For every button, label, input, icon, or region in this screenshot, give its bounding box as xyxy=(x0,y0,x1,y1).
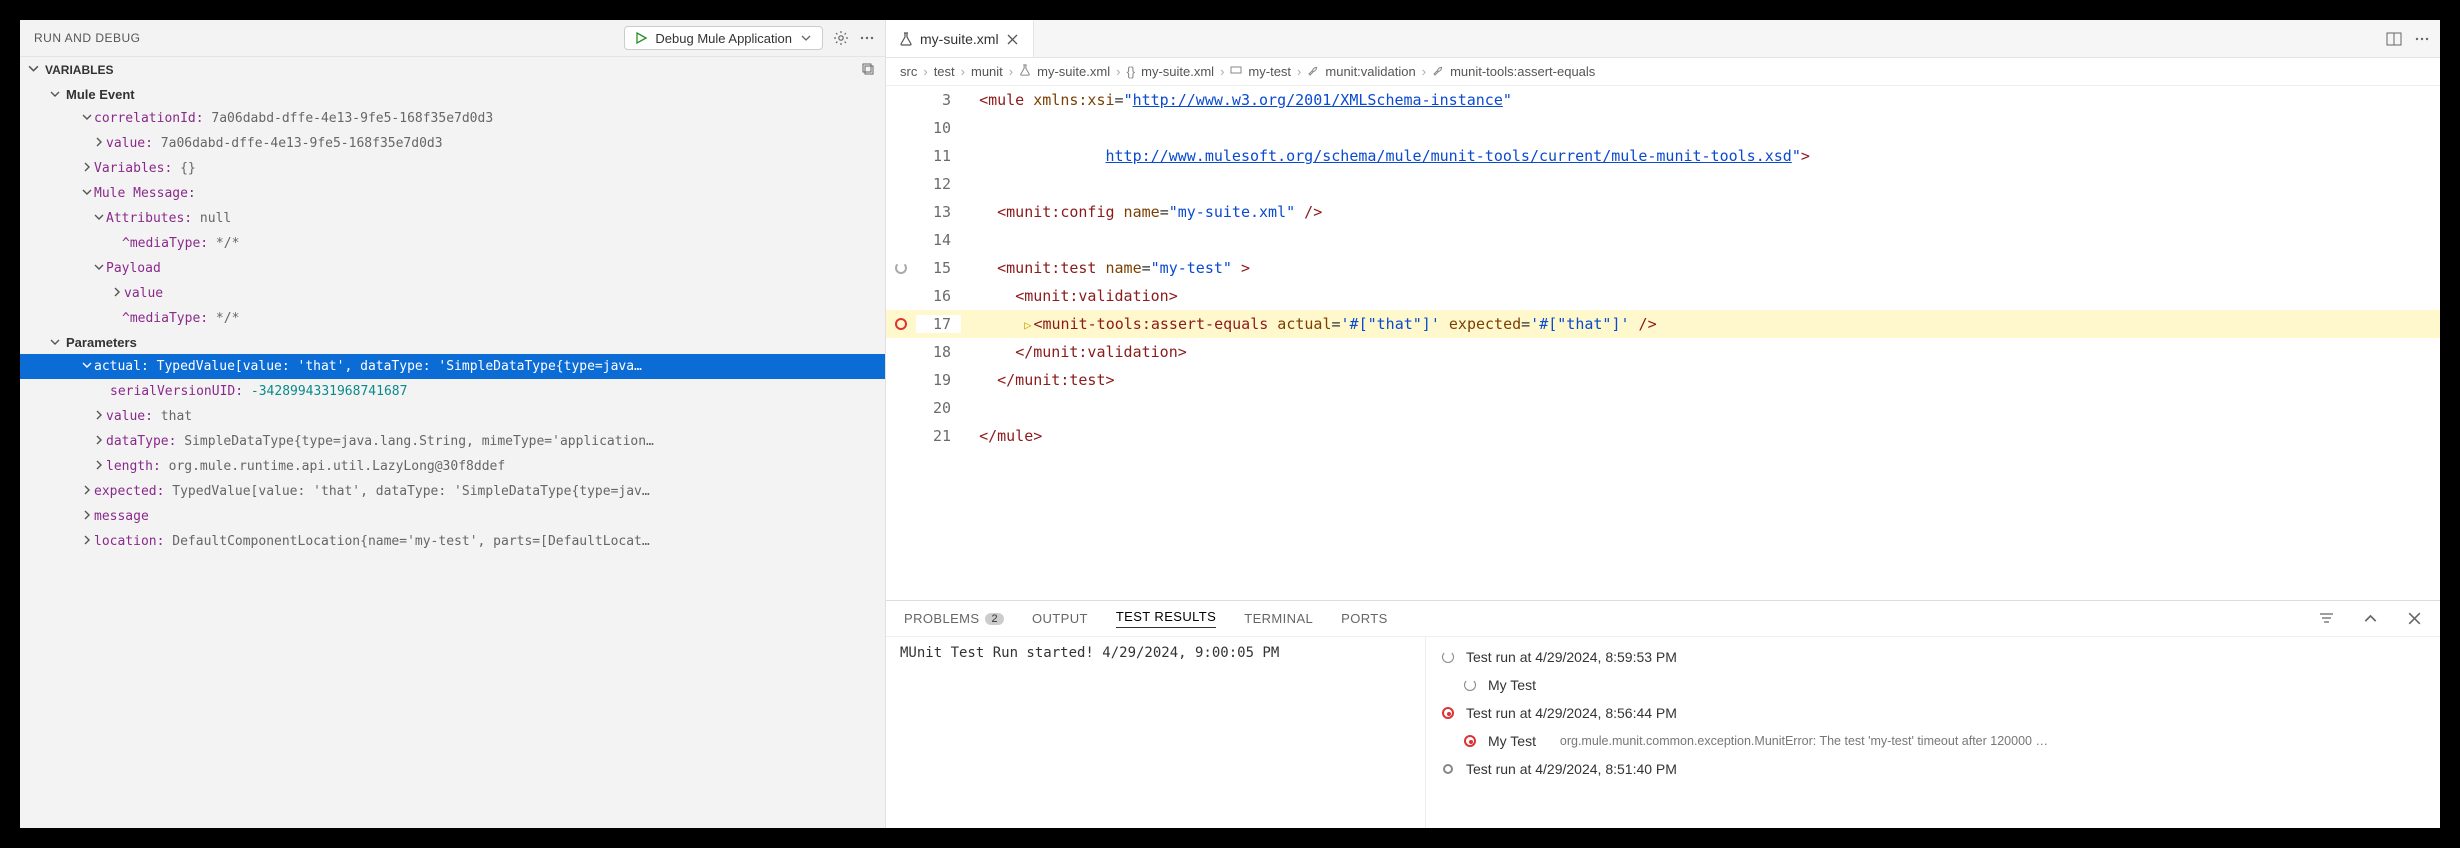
tab-label: my-suite.xml xyxy=(920,31,999,47)
wrench-icon xyxy=(1432,64,1444,79)
execution-pointer-icon: ▷ xyxy=(1024,318,1031,332)
launch-config-dropdown[interactable]: Debug Mule Application xyxy=(624,26,823,50)
test-run-row[interactable]: Test run at 4/29/2024, 8:51:40 PM xyxy=(1440,755,2426,783)
loading-icon xyxy=(1440,651,1456,663)
test-row[interactable]: My Test xyxy=(1440,671,2426,699)
gear-icon[interactable] xyxy=(833,30,849,46)
tab-output[interactable]: OUTPUT xyxy=(1032,611,1088,626)
variable-row[interactable]: Attributes: null xyxy=(20,206,885,231)
chevron-right-icon xyxy=(92,136,106,151)
chevron-down-icon xyxy=(80,186,94,201)
variable-row[interactable]: value: 7a06dabd-dffe-4e13-9fe5-168f35e7d… xyxy=(20,131,885,156)
panel-tabs: PROBLEMS 2 OUTPUT TEST RESULTS TERMINAL … xyxy=(886,601,2440,637)
breadcrumb[interactable]: src› test› munit› my-suite.xml› {} my-su… xyxy=(886,58,2440,86)
variable-row[interactable]: value: that xyxy=(20,404,885,429)
chevron-down-icon xyxy=(92,211,106,226)
ellipsis-icon[interactable] xyxy=(859,30,875,46)
debug-sidebar: RUN AND DEBUG Debug Mule Application xyxy=(20,20,886,828)
chevron-right-icon xyxy=(80,161,94,176)
collapse-all-icon[interactable] xyxy=(861,62,877,78)
chevron-right-icon xyxy=(92,409,106,424)
editor-area: my-suite.xml src› test› munit› my-suite.… xyxy=(886,20,2440,828)
problems-badge: 2 xyxy=(985,613,1004,625)
error-icon xyxy=(1440,707,1456,719)
variables-tree: Mule Event correlationId: 7a06dabd-dffe-… xyxy=(20,83,885,554)
bottom-panel: PROBLEMS 2 OUTPUT TEST RESULTS TERMINAL … xyxy=(886,600,2440,828)
close-icon[interactable] xyxy=(2406,611,2422,627)
chevron-down-icon xyxy=(50,335,60,350)
test-error-message: org.mule.munit.common.exception.MunitErr… xyxy=(1560,734,2048,748)
wrench-icon xyxy=(1307,64,1319,79)
tab-problems[interactable]: PROBLEMS 2 xyxy=(904,611,1004,626)
variables-label: VARIABLES xyxy=(45,63,113,77)
test-runs-list: Test run at 4/29/2024, 8:59:53 PM My Tes… xyxy=(1426,637,2440,828)
run-and-debug-title: RUN AND DEBUG xyxy=(34,31,614,45)
chevron-down-icon xyxy=(92,261,106,276)
variable-row[interactable]: Payload xyxy=(20,256,885,281)
parameters-scope[interactable]: Parameters xyxy=(20,331,885,354)
code-editor[interactable]: 3 <mule xmlns:xsi="http://www.w3.org/200… xyxy=(886,86,2440,600)
symbol-icon xyxy=(1230,64,1242,79)
breakpoint-icon[interactable] xyxy=(895,318,907,330)
chevron-down-icon xyxy=(798,30,814,46)
launch-label: Debug Mule Application xyxy=(655,31,792,46)
variables-section-header[interactable]: VARIABLES xyxy=(20,57,885,83)
beaker-icon xyxy=(898,31,914,47)
test-run-row[interactable]: Test run at 4/29/2024, 8:59:53 PM xyxy=(1440,643,2426,671)
test-row[interactable]: My Test org.mule.munit.common.exception.… xyxy=(1440,727,2426,755)
chevron-right-icon xyxy=(92,459,106,474)
mule-event-scope[interactable]: Mule Event xyxy=(20,83,885,106)
test-output-text: MUnit Test Run started! 4/29/2024, 9:00:… xyxy=(886,637,1426,828)
variable-row[interactable]: location: DefaultComponentLocation{name=… xyxy=(20,529,885,554)
variable-row[interactable]: ^mediaType: */* xyxy=(20,231,885,256)
variable-row-selected[interactable]: actual: TypedValue[value: 'that', dataTy… xyxy=(20,354,885,379)
chevron-down-icon xyxy=(50,87,60,102)
error-icon xyxy=(1462,735,1478,747)
loading-icon xyxy=(895,262,907,274)
filter-icon[interactable] xyxy=(2318,611,2334,627)
debug-header: RUN AND DEBUG Debug Mule Application xyxy=(20,20,885,57)
chevron-right-icon xyxy=(80,509,94,524)
test-run-row[interactable]: Test run at 4/29/2024, 8:56:44 PM xyxy=(1440,699,2426,727)
chevron-right-icon xyxy=(92,434,106,449)
split-editor-icon[interactable] xyxy=(2386,31,2402,47)
chevron-right-icon xyxy=(110,286,124,301)
variable-row[interactable]: Variables: {} xyxy=(20,156,885,181)
chevron-right-icon xyxy=(80,534,94,549)
circle-icon xyxy=(1440,764,1456,774)
editor-tab[interactable]: my-suite.xml xyxy=(886,20,1034,57)
close-icon[interactable] xyxy=(1005,31,1021,47)
chevron-up-icon[interactable] xyxy=(2362,611,2378,627)
braces-icon: {} xyxy=(1126,64,1135,79)
chevron-right-icon xyxy=(80,484,94,499)
loading-icon xyxy=(1462,679,1478,691)
variable-row[interactable]: correlationId: 7a06dabd-dffe-4e13-9fe5-1… xyxy=(20,106,885,131)
variable-row[interactable]: length: org.mule.runtime.api.util.LazyLo… xyxy=(20,454,885,479)
tab-bar: my-suite.xml xyxy=(886,20,2440,58)
variable-row[interactable]: ^mediaType: */* xyxy=(20,306,885,331)
chevron-down-icon xyxy=(80,359,94,374)
chevron-down-icon xyxy=(28,63,39,77)
beaker-icon xyxy=(1019,64,1031,79)
variable-row[interactable]: expected: TypedValue[value: 'that', data… xyxy=(20,479,885,504)
chevron-down-icon xyxy=(80,111,94,126)
variable-row[interactable]: dataType: SimpleDataType{type=java.lang.… xyxy=(20,429,885,454)
ellipsis-icon[interactable] xyxy=(2414,31,2430,47)
tab-test-results[interactable]: TEST RESULTS xyxy=(1116,609,1216,628)
tab-ports[interactable]: PORTS xyxy=(1341,611,1388,626)
tab-terminal[interactable]: TERMINAL xyxy=(1244,611,1313,626)
play-icon xyxy=(633,30,649,46)
variable-row[interactable]: message xyxy=(20,504,885,529)
variable-row[interactable]: Mule Message: xyxy=(20,181,885,206)
variable-row[interactable]: value xyxy=(20,281,885,306)
variable-row[interactable]: serialVersionUID: -3428994331968741687 xyxy=(20,379,885,404)
